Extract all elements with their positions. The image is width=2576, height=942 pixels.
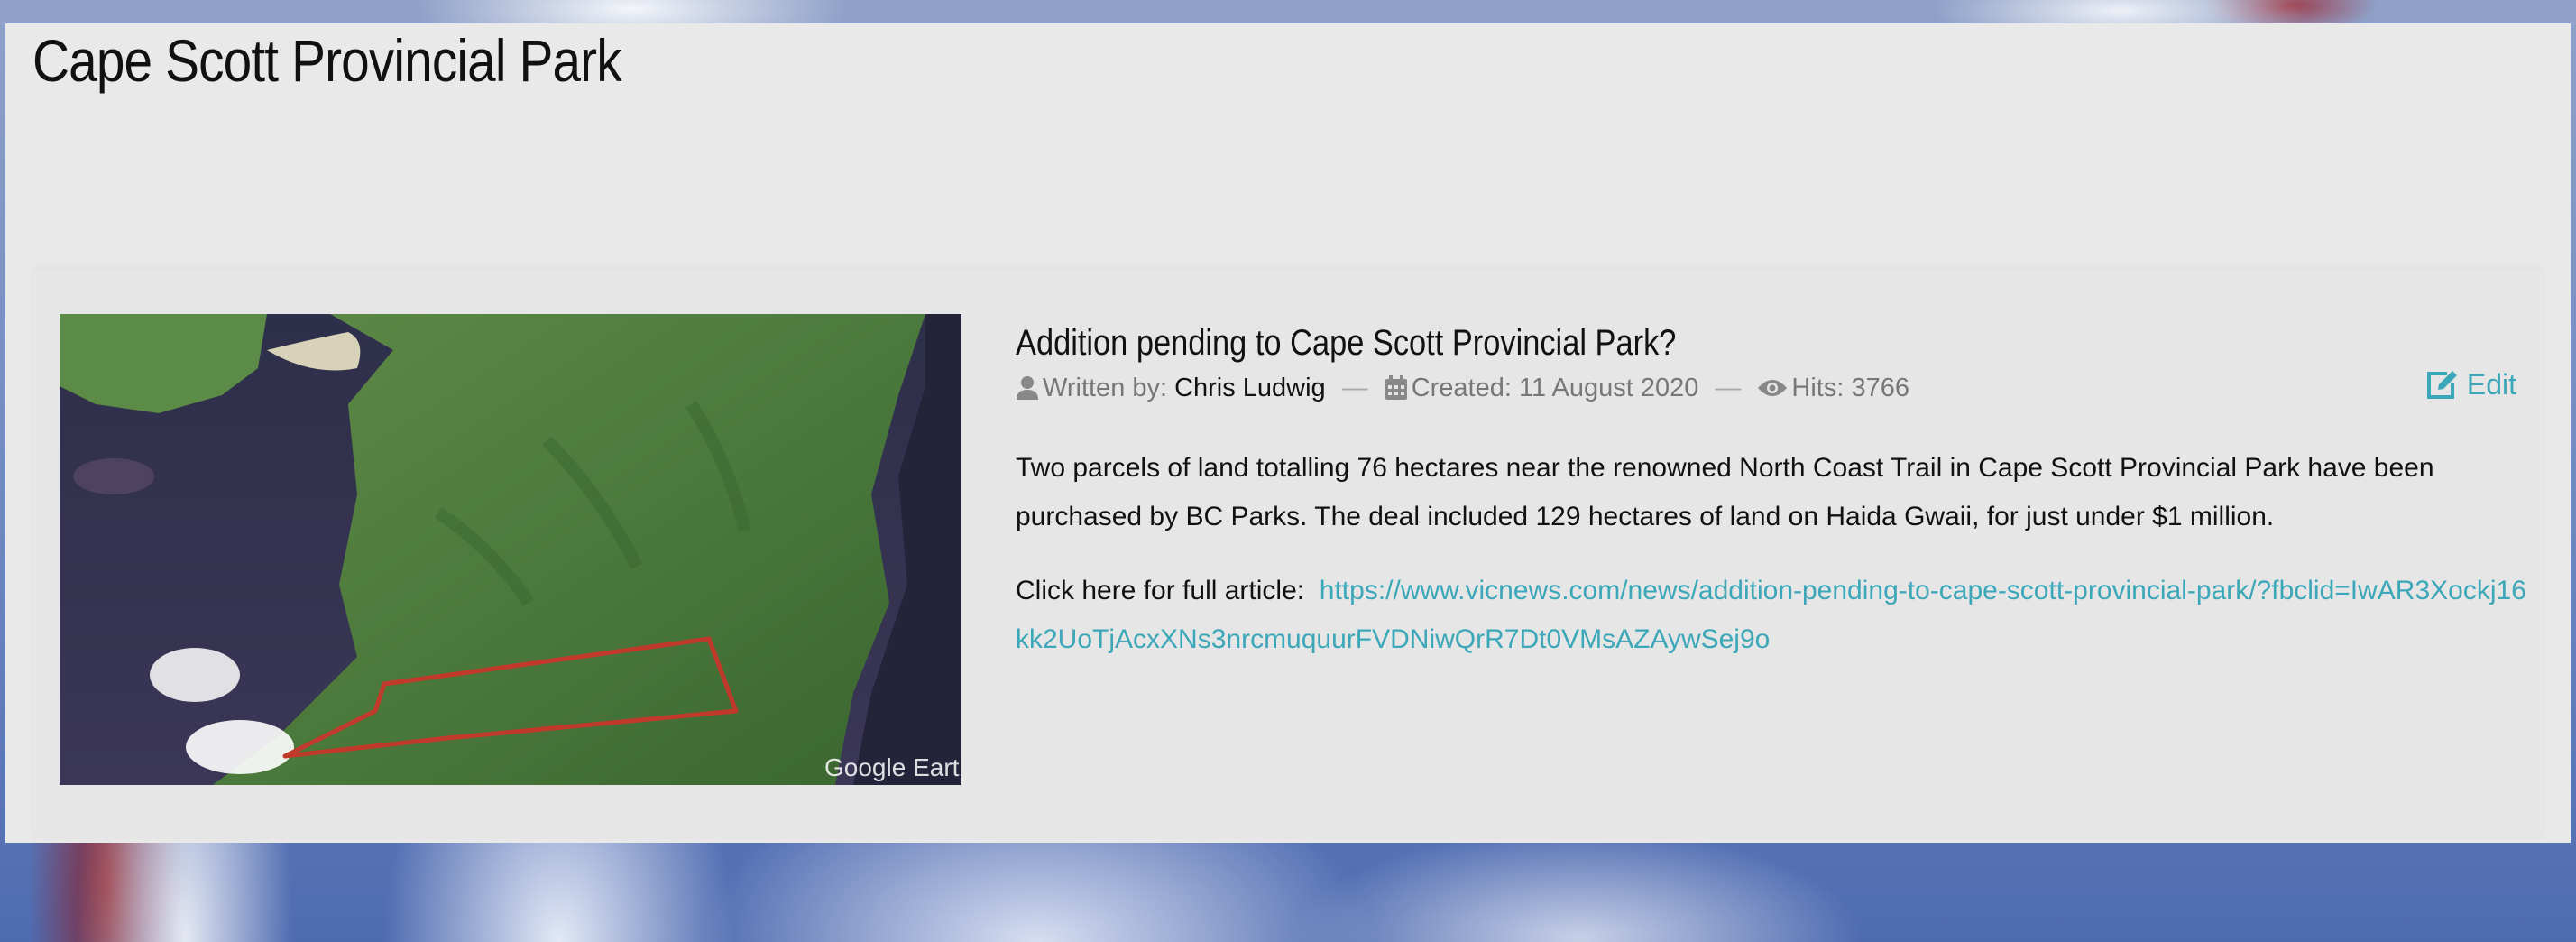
author-name: Chris Ludwig [1174, 373, 1326, 402]
edit-button[interactable]: Edit [2425, 368, 2516, 402]
user-icon [1016, 375, 1039, 401]
article-thumbnail[interactable]: Google Earth [60, 314, 961, 785]
hits-count: Hits: 3766 [1791, 373, 1909, 402]
google-earth-watermark: Google Earth [824, 753, 961, 781]
article-intro-text: Two parcels of land totalling 76 hectare… [1016, 453, 2434, 531]
article-link-paragraph: Click here for full article: https://www… [1016, 567, 2531, 664]
article-card: Google Earth Addition pending to Cape Sc… [32, 269, 2544, 839]
calendar-icon [1385, 375, 1408, 401]
created-date: Created: 11 August 2020 [1411, 373, 1699, 402]
article-meta: Written by: Chris Ludwig — Created: 11 A… [1016, 370, 1909, 406]
meta-separator: — [1341, 373, 1368, 402]
edit-icon [2425, 370, 2458, 401]
main-panel: Cape Scott Provincial Park Google Earth … [5, 23, 2571, 843]
article-title-link[interactable]: Addition pending to Cape Scott Provincia… [1016, 323, 1676, 364]
written-by-label: Written by: [1043, 373, 1168, 402]
page-title: Cape Scott Provincial Park [32, 27, 622, 94]
eye-icon [1757, 377, 1788, 399]
satellite-map-image: Google Earth [60, 314, 961, 785]
link-intro: Click here for full article: [1016, 576, 1305, 605]
edit-label: Edit [2466, 368, 2516, 401]
meta-separator: — [1715, 373, 1742, 402]
